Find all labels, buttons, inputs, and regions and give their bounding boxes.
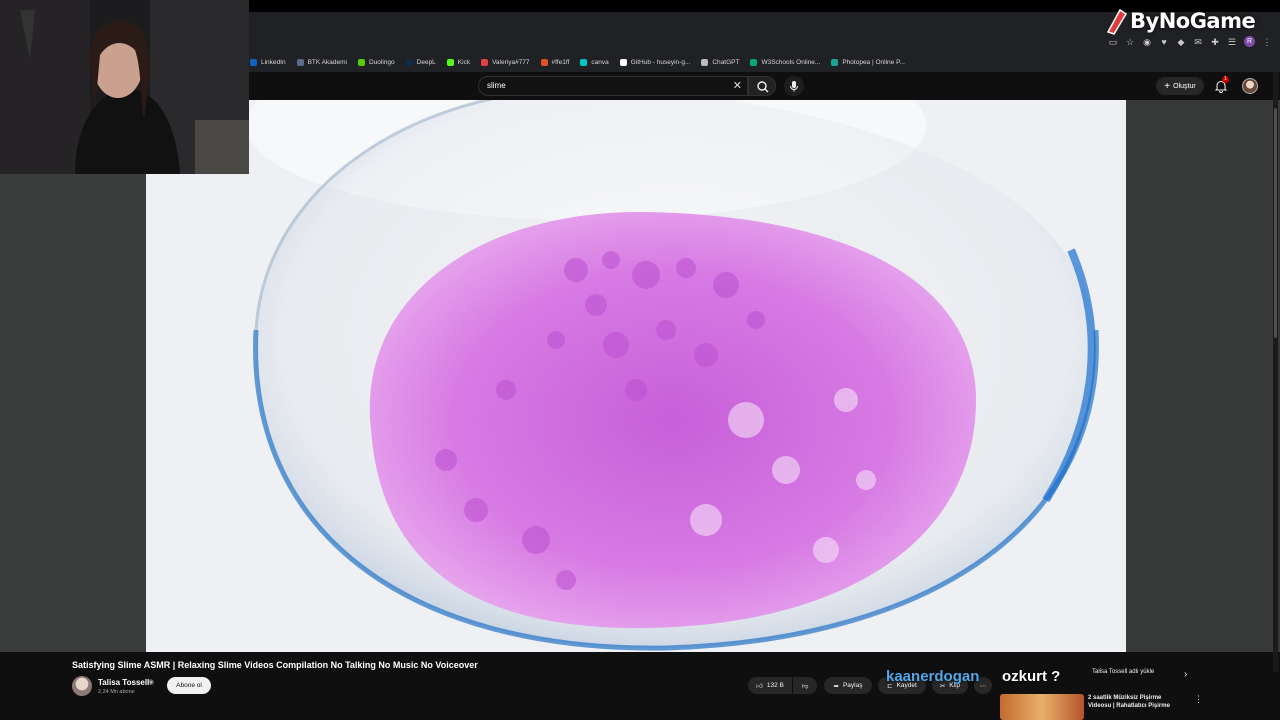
- bookmark-item[interactable]: ChatGPT: [701, 58, 740, 66]
- bookmark-item[interactable]: Photopea | Online P...: [831, 58, 905, 66]
- bookmark-label: BTK Akademi: [307, 58, 347, 66]
- microphone-icon: [790, 81, 798, 92]
- bookmark-item[interactable]: Duolingo: [357, 58, 395, 66]
- video-info: Satisfying Slime ASMR | Relaxing Slime V…: [0, 652, 1280, 720]
- bookmark-favicon-icon: [540, 58, 548, 66]
- subscriber-count: 2,24 Mn abone: [98, 689, 135, 695]
- watermark-logo: ByNoGame: [1102, 6, 1256, 36]
- video-player[interactable]: [146, 100, 1126, 652]
- bookmark-favicon-icon: [831, 58, 839, 66]
- video-frame-slime-bowl: [146, 100, 1126, 652]
- thumbs-up-icon: 👍︎: [756, 682, 763, 690]
- streamer-webcam: [0, 0, 249, 174]
- bookmark-item[interactable]: Valeriya#777: [481, 58, 530, 66]
- search-box[interactable]: slime ✕: [478, 76, 748, 96]
- share-label: Paylaş: [842, 682, 863, 689]
- browser-extension-icons: ▭ ☆ ◉ ♥ ◆ ✉ ✚ ☰ R ⋮: [1108, 36, 1272, 47]
- filter-chip[interactable]: Talisa Tossell adlı yükle: [1092, 669, 1154, 675]
- bookmark-item[interactable]: Kick: [446, 58, 471, 66]
- bookmark-favicon-icon: [750, 58, 758, 66]
- bookmark-label: DeepL: [416, 58, 436, 66]
- create-button[interactable]: + Oluştur: [1156, 77, 1204, 95]
- browser-profile-icon[interactable]: R: [1244, 36, 1255, 47]
- bookmark-favicon-icon: [481, 58, 489, 66]
- channel-name[interactable]: Talisa Tossell: [98, 678, 149, 687]
- subscribe-button[interactable]: Abone ol: [167, 677, 211, 694]
- bookmark-item[interactable]: LinkedIn: [250, 58, 286, 66]
- search-button[interactable]: [748, 76, 776, 96]
- create-label: Oluştur: [1173, 82, 1196, 90]
- bookmark-label: Photopea | Online P...: [842, 58, 905, 66]
- chat-overlay-username: ozkurt ?: [1002, 668, 1061, 685]
- video-player-side: [1126, 100, 1280, 652]
- notification-badge: 1: [1222, 76, 1229, 83]
- extension-icon[interactable]: ♥: [1159, 37, 1169, 47]
- sidebar-icon[interactable]: ☰: [1227, 37, 1237, 47]
- bookmark-label: canva: [591, 58, 609, 66]
- bookmark-item[interactable]: BTK Akademi: [296, 58, 347, 66]
- bookmark-favicon-icon: [405, 58, 413, 66]
- close-icon[interactable]: ✕: [733, 79, 742, 92]
- bookmark-label: ChatGPT: [712, 58, 740, 66]
- chevron-right-icon[interactable]: ›: [1184, 669, 1187, 680]
- recommendation-thumbnail[interactable]: [1000, 694, 1084, 720]
- kebab-menu-icon[interactable]: ⋮: [1262, 37, 1272, 47]
- like-count: 132 B: [766, 682, 784, 689]
- puzzle-icon[interactable]: ✚: [1210, 37, 1220, 47]
- bookmark-favicon-icon: [357, 58, 365, 66]
- thumbs-down-icon: 👎︎: [801, 682, 809, 690]
- bookmark-item[interactable]: canva: [580, 58, 609, 66]
- bookmark-label: #ffe1ff: [551, 58, 570, 66]
- bookmark-favicon-icon: [446, 58, 454, 66]
- watermark-text: ByNoGame: [1130, 9, 1256, 33]
- recommendation-title[interactable]: 2 saatlik Müziksiz Pişirme Videosu | Rah…: [1088, 694, 1184, 710]
- avatar[interactable]: [72, 676, 92, 696]
- like-button[interactable]: 👍︎ 132 B: [748, 677, 792, 694]
- bookmark-favicon-icon: [580, 58, 588, 66]
- verified-icon: ◉: [148, 679, 155, 686]
- bookmark-favicon-icon: [619, 58, 627, 66]
- bookmark-favicon-icon: [250, 58, 257, 66]
- share-button[interactable]: ➦ Paylaş: [824, 677, 872, 694]
- bookmark-item[interactable]: GitHub - huseyin-g...: [619, 58, 691, 66]
- bookmark-item[interactable]: DeepL: [405, 58, 436, 66]
- extension-icon[interactable]: ◉: [1142, 37, 1152, 47]
- avatar[interactable]: [1242, 78, 1258, 94]
- kebab-menu-icon[interactable]: ⋮: [1194, 694, 1203, 705]
- extension-icon[interactable]: ◆: [1176, 37, 1186, 47]
- plus-icon: +: [1164, 80, 1171, 92]
- pen-logo-icon: [1106, 8, 1128, 35]
- bookmark-label: Valeriya#777: [492, 58, 530, 66]
- bookmark-star-icon[interactable]: ☆: [1125, 37, 1135, 47]
- screen-cast-icon[interactable]: ▭: [1108, 37, 1118, 47]
- share-arrow-icon: ➦: [833, 682, 839, 690]
- search-icon: [757, 81, 769, 93]
- bookmark-label: GitHub - huseyin-g...: [630, 58, 691, 66]
- voice-search-button[interactable]: [784, 76, 804, 96]
- bookmark-label: LinkedIn: [261, 58, 286, 66]
- video-title: Satisfying Slime ASMR | Relaxing Slime V…: [72, 660, 478, 670]
- chat-overlay-username: kaanerdogan: [886, 668, 980, 685]
- bookmark-label: Duolingo: [368, 58, 395, 66]
- bookmark-item[interactable]: W3Schools Online...: [750, 58, 821, 66]
- more-horizontal-icon: ⋯: [979, 682, 987, 690]
- search-input[interactable]: slime: [487, 81, 506, 90]
- bookmark-favicon-icon: [701, 58, 709, 66]
- extension-icon[interactable]: ✉: [1193, 37, 1203, 47]
- webcam-overlay: [0, 0, 249, 174]
- bookmark-label: W3Schools Online...: [761, 58, 821, 66]
- bookmark-item[interactable]: #ffe1ff: [540, 58, 570, 66]
- bookmark-favicon-icon: [296, 58, 304, 66]
- scrollbar-thumb[interactable]: [1274, 108, 1277, 338]
- dislike-button[interactable]: 👎︎: [793, 677, 817, 694]
- bookmark-label: Kick: [457, 58, 471, 66]
